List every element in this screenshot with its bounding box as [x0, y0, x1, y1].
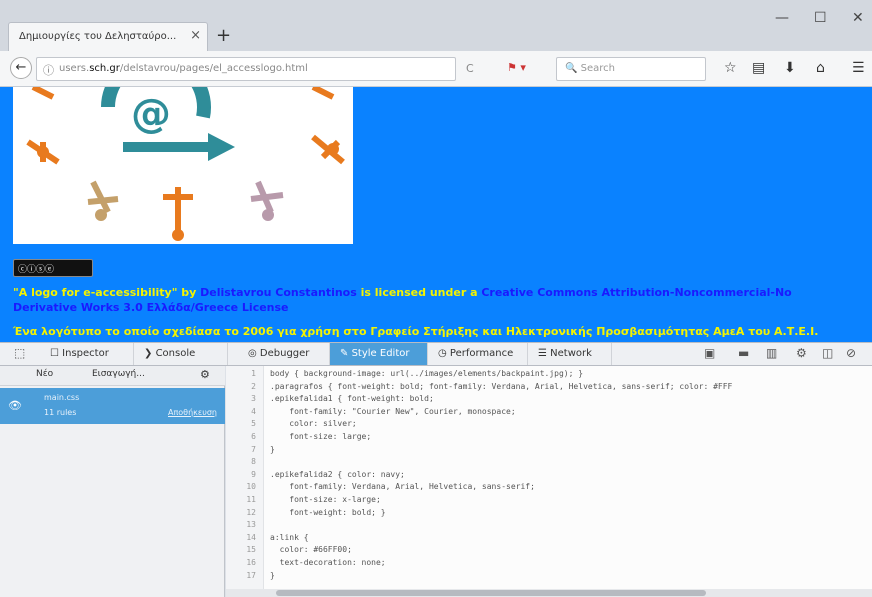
close-devtools-icon[interactable]: ⊘ — [846, 346, 856, 360]
line-number: 2 — [251, 381, 256, 391]
code-line: font-size: large; — [270, 432, 372, 441]
line-number: 9 — [251, 469, 256, 479]
line-number: 7 — [251, 444, 256, 454]
code-line: .epikefalida2 { color: navy; — [270, 469, 405, 479]
scroll-thumb[interactable] — [276, 590, 706, 596]
nav-bar: ← ⓘ users.sch.gr/delstavrou/pages/el_acc… — [0, 51, 872, 87]
minimize-button[interactable]: — — [775, 10, 789, 26]
line-number: 10 — [246, 482, 256, 492]
responsive-icon[interactable]: ▣ — [704, 346, 715, 360]
home-icon[interactable]: ⌂ — [816, 60, 825, 76]
sidebar-header: Νέο Εισαγωγή... ⚙ — [0, 366, 225, 386]
tab-style-editor[interactable]: ✎ Style Editor — [330, 343, 428, 365]
svg-text:@: @ — [131, 91, 171, 137]
new-stylesheet-button[interactable]: Νέο — [36, 369, 53, 379]
code-line: a:link { — [270, 532, 309, 542]
tab-performance[interactable]: ◷ Performance — [428, 343, 528, 365]
new-tab-button[interactable]: + — [216, 25, 231, 46]
back-button[interactable]: ← — [10, 57, 32, 79]
reload-icon[interactable]: C — [466, 62, 474, 75]
code-line: font-weight: bold; } — [270, 507, 386, 517]
web-page-content: @ ⓒⓘⓢⓔ "A logo for e-accessibility" by D… — [0, 87, 872, 342]
code-line: body { background-image: url(../images/e… — [270, 369, 584, 378]
line-number: 12 — [246, 507, 256, 517]
line-number: 6 — [251, 432, 256, 441]
code-line: color: silver; — [270, 419, 357, 429]
tab-console[interactable]: ❯ Console — [134, 343, 228, 365]
browser-tab[interactable]: Δημιουργίες του Δελησταύρο... × — [8, 22, 208, 52]
menu-icon[interactable]: ☰ — [852, 60, 865, 76]
tab-inspector[interactable]: ☐ Inspector — [40, 343, 134, 365]
code-line: font-size: x-large; — [270, 495, 381, 504]
undock-icon[interactable]: ◫ — [822, 346, 833, 360]
code-line: } — [270, 444, 275, 454]
bookmark-star-icon[interactable]: ☆ — [724, 60, 737, 76]
dock-icon[interactable]: ▬ — [738, 346, 749, 360]
line-number: 17 — [246, 570, 256, 580]
import-button[interactable]: Εισαγωγή... — [92, 369, 145, 379]
license-link[interactable]: Creative Commons Attribution-Noncommerci… — [481, 286, 791, 299]
pick-element-icon[interactable]: ⬚ — [14, 346, 25, 360]
line-number: 11 — [246, 495, 256, 504]
license-line-2[interactable]: Derivative Works 3.0 Ελλάδα/Greece Licen… — [13, 301, 289, 314]
code-line: } — [270, 570, 275, 580]
site-info-icon[interactable]: ⓘ — [43, 62, 54, 78]
settings-gear-icon[interactable]: ⚙ — [796, 346, 807, 360]
download-icon[interactable]: ⬇ — [784, 60, 796, 76]
code-line: text-decoration: none; — [270, 558, 386, 567]
line-gutter: 1 2 3 4 5 6 7 8 9 10 11 12 13 14 15 16 17 — [226, 366, 264, 597]
author-link[interactable]: Delistavrou Constantinos — [200, 286, 357, 299]
stylesheet-name: main.css — [44, 393, 80, 402]
maximize-button[interactable]: ☐ — [814, 10, 827, 26]
line-number: 3 — [251, 394, 256, 404]
code-line: font-family: Verdana, Arial, Helvetica, … — [270, 482, 535, 492]
browser-window: Δημιουργίες του Δελησταύρο... × + — ☐ ✕ … — [0, 0, 872, 597]
line-number: 4 — [251, 406, 256, 416]
search-engine-icon[interactable]: ⚑ ▾ — [507, 61, 526, 74]
url-bar[interactable]: ⓘ users.sch.gr/delstavrou/pages/el_acces… — [36, 57, 456, 81]
stylesheet-sidebar: Νέο Εισαγωγή... ⚙ 👁 main.css 11 rules Απ… — [0, 366, 225, 597]
save-link[interactable]: Αποθήκευση — [168, 408, 217, 417]
devtools-toolbar: ⬚ ☐ Inspector ❯ Console ◎ Debugger ✎ Sty… — [0, 342, 872, 366]
line-number: 1 — [251, 369, 256, 378]
tab-network[interactable]: ☰ Network — [528, 343, 612, 365]
line-number: 15 — [246, 545, 256, 555]
reading-list-icon[interactable]: ▤ — [752, 60, 765, 76]
line-number: 14 — [246, 532, 256, 542]
rules-count: 11 rules — [44, 408, 77, 417]
line-number: 5 — [251, 419, 256, 429]
back-arrow-icon: ← — [15, 60, 27, 75]
search-placeholder: 🔍 Search — [565, 63, 615, 74]
logo-description: Ένα λογότυπο το οποίο σχεδίασα το 2006 γ… — [13, 325, 819, 338]
css-editor[interactable]: 1 2 3 4 5 6 7 8 9 10 11 12 13 14 15 16 17 body { backgro… — [226, 366, 872, 597]
close-window-button[interactable]: ✕ — [852, 10, 864, 26]
cc-license-badge[interactable]: ⓒⓘⓢⓔ — [13, 259, 93, 277]
tab-title: Δημιουργίες του Δελησταύρο... — [19, 31, 177, 42]
license-line-1: "A logo for e-accessibility" by Delistav… — [13, 286, 792, 299]
line-number: 16 — [246, 558, 256, 567]
horizontal-scrollbar[interactable] — [226, 589, 872, 597]
tab-debugger[interactable]: ◎ Debugger — [238, 343, 330, 365]
code-line: color: #66FF00; — [270, 545, 352, 555]
close-tab-icon[interactable]: × — [190, 28, 201, 43]
split-console-icon[interactable]: ▥ — [766, 346, 777, 360]
eye-icon[interactable]: 👁 — [8, 399, 22, 412]
accessibility-logo: @ — [13, 87, 353, 244]
line-number: 13 — [246, 520, 256, 530]
tab-strip: Δημιουργίες του Δελησταύρο... × + — ☐ ✕ — [0, 0, 872, 52]
settings-gear-icon[interactable]: ⚙ — [200, 368, 210, 381]
code-line: font-family: "Courier New", Courier, mon… — [270, 406, 516, 416]
stylesheet-item[interactable]: 👁 main.css 11 rules Αποθήκευση — [0, 388, 225, 424]
search-input[interactable]: 🔍 Search — [556, 57, 706, 81]
url-text: users.sch.gr/delstavrou/pages/el_accessl… — [59, 63, 308, 74]
code-line: .epikefalida1 { font-weight: bold; — [270, 394, 434, 404]
line-number: 8 — [251, 457, 256, 467]
code-line: .paragrafos { font-weight: bold; font-fa… — [270, 381, 733, 391]
